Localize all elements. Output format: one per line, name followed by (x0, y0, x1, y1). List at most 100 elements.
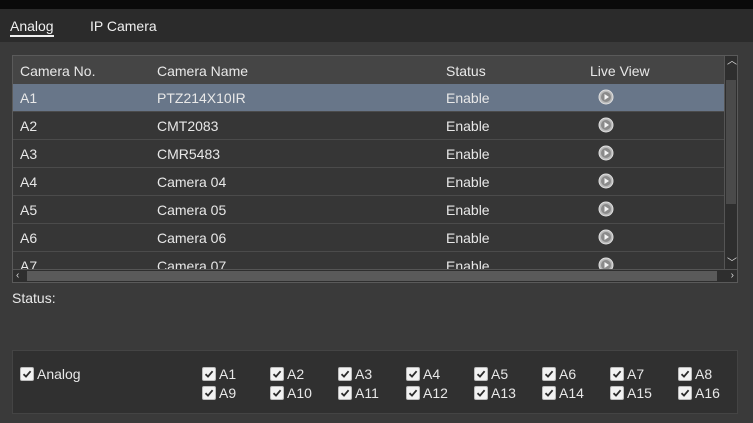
horizontal-scroll-thumb[interactable] (27, 271, 717, 281)
play-icon[interactable] (598, 145, 614, 161)
play-icon[interactable] (598, 117, 614, 133)
checkbox-checked-icon (338, 386, 352, 400)
channel-label: A11 (355, 385, 379, 401)
column-header-status[interactable]: Status (446, 63, 486, 79)
vertical-scroll-thumb[interactable] (726, 80, 736, 204)
camera-name-cell: PTZ214X10IR (157, 90, 246, 106)
checkbox-checked-icon (406, 367, 420, 381)
play-icon[interactable] (598, 201, 614, 217)
status-cell: Enable (446, 202, 490, 218)
camera-name-cell: CMT2083 (157, 118, 219, 134)
channel-checkbox-a3[interactable]: A3 (338, 366, 372, 382)
checkbox-checked-icon (678, 386, 692, 400)
play-icon[interactable] (598, 89, 614, 105)
channel-checkbox-a6[interactable]: A6 (542, 366, 576, 382)
checkbox-checked-icon (542, 386, 556, 400)
checkbox-checked-icon (474, 367, 488, 381)
channel-checkbox-a16[interactable]: A16 (678, 385, 720, 401)
checkbox-checked-icon (270, 386, 284, 400)
chevron-left-icon[interactable]: ‹ (16, 271, 19, 281)
vertical-scrollbar[interactable]: ︿ ﹀ (724, 56, 737, 270)
camera-no-cell: A6 (20, 230, 38, 246)
channel-label: A12 (423, 385, 448, 401)
chevron-up-icon[interactable]: ︿ (727, 57, 737, 67)
channel-label: A9 (219, 385, 237, 401)
channel-checkbox-a13[interactable]: A13 (474, 385, 516, 401)
play-icon[interactable] (598, 229, 614, 245)
channel-label: A5 (491, 366, 509, 382)
channel-label: A14 (559, 385, 584, 401)
table-row[interactable]: A2 CMT2083 Enable (13, 112, 735, 140)
camera-name-cell: CMR5483 (157, 146, 221, 162)
channel-label: A2 (287, 366, 305, 382)
table-row[interactable]: A5 Camera 05 Enable (13, 196, 735, 224)
camera-no-cell: A1 (20, 90, 38, 106)
status-cell: Enable (446, 230, 490, 246)
channel-label: A6 (559, 366, 577, 382)
camera-table: Camera No. Camera Name Status Live View … (12, 55, 738, 283)
channel-label: A13 (491, 385, 516, 401)
checkbox-checked-icon (610, 367, 624, 381)
status-cell: Enable (446, 146, 490, 162)
checkbox-checked-icon (678, 367, 692, 381)
camera-name-cell: Camera 05 (157, 202, 227, 218)
channel-checkbox-a8[interactable]: A8 (678, 366, 712, 382)
channel-checkbox-a1[interactable]: A1 (202, 366, 236, 382)
channel-checkbox-a5[interactable]: A5 (474, 366, 508, 382)
channel-checkbox-a14[interactable]: A14 (542, 385, 584, 401)
checkbox-checked-icon (270, 367, 284, 381)
status-label: Status: (12, 290, 56, 306)
analog-checkbox-label: Analog (37, 366, 81, 382)
checkbox-checked-icon (542, 367, 556, 381)
channel-checkbox-a2[interactable]: A2 (270, 366, 304, 382)
table-row[interactable]: A4 Camera 04 Enable (13, 168, 735, 196)
chevron-down-icon[interactable]: ﹀ (727, 259, 737, 269)
tab-ip-camera[interactable]: IP Camera (90, 18, 157, 34)
checkbox-checked-icon (338, 367, 352, 381)
channel-checkbox-a15[interactable]: A15 (610, 385, 652, 401)
channel-label: A16 (695, 385, 720, 401)
tab-bar: Analog IP Camera (0, 9, 753, 42)
table-row[interactable]: A3 CMR5483 Enable (13, 140, 735, 168)
status-cell: Enable (446, 118, 490, 134)
tab-analog[interactable]: Analog (10, 18, 54, 37)
checkbox-checked-icon (406, 386, 420, 400)
channel-checkbox-a12[interactable]: A12 (406, 385, 448, 401)
checkbox-checked-icon (474, 386, 488, 400)
channel-status-group: Analog A1 A2 A3 A4 A5 A6 A7 A8 A9 A10 A11 A12 A13 A14… (12, 350, 738, 414)
horizontal-scrollbar[interactable]: ‹ › (13, 269, 737, 282)
channel-checkbox-a10[interactable]: A10 (270, 385, 312, 401)
checkbox-checked-icon (20, 367, 34, 381)
channel-checkbox-a4[interactable]: A4 (406, 366, 440, 382)
checkbox-checked-icon (610, 386, 624, 400)
table-header: Camera No. Camera Name Status Live View (13, 56, 735, 85)
camera-no-cell: A3 (20, 146, 38, 162)
camera-name-cell: Camera 04 (157, 174, 227, 190)
table-row[interactable]: A6 Camera 06 Enable (13, 224, 735, 252)
status-cell: Enable (446, 174, 490, 190)
channel-label: A4 (423, 366, 441, 382)
column-header-camera-name[interactable]: Camera Name (157, 63, 248, 79)
camera-no-cell: A5 (20, 202, 38, 218)
channel-label: A15 (627, 385, 652, 401)
checkbox-checked-icon (202, 367, 216, 381)
title-bar (0, 0, 753, 9)
camera-no-cell: A4 (20, 174, 38, 190)
play-icon[interactable] (598, 173, 614, 189)
analog-checkbox[interactable]: Analog (20, 366, 81, 382)
channel-label: A8 (695, 366, 713, 382)
channel-label: A1 (219, 366, 237, 382)
camera-name-cell: Camera 06 (157, 230, 227, 246)
table-row[interactable]: A1 PTZ214X10IR Enable (13, 84, 735, 112)
chevron-right-icon[interactable]: › (731, 271, 734, 281)
channel-checkbox-a11[interactable]: A11 (338, 385, 379, 401)
column-header-camera-no[interactable]: Camera No. (20, 63, 95, 79)
column-header-live-view[interactable]: Live View (590, 63, 650, 79)
checkbox-checked-icon (202, 386, 216, 400)
channel-label: A10 (287, 385, 312, 401)
status-cell: Enable (446, 90, 490, 106)
channel-label: A7 (627, 366, 645, 382)
channel-checkbox-a7[interactable]: A7 (610, 366, 644, 382)
channel-label: A3 (355, 366, 373, 382)
channel-checkbox-a9[interactable]: A9 (202, 385, 236, 401)
